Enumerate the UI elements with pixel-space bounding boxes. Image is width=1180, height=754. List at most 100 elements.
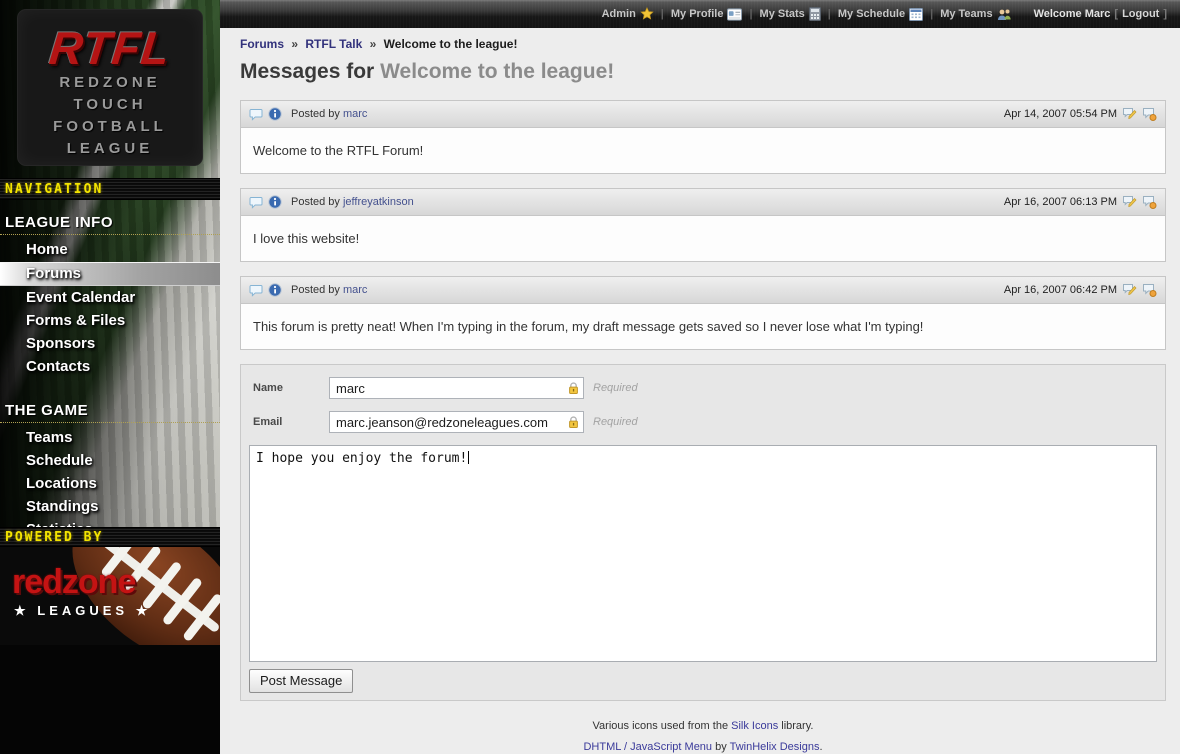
edit-comment-icon[interactable] xyxy=(1122,195,1137,209)
post-date: Apr 14, 2007 05:54 PM xyxy=(1004,108,1117,120)
topbar-my-teams[interactable]: My Teams xyxy=(940,8,1011,21)
email-input[interactable] xyxy=(329,411,584,433)
topbar-my-profile[interactable]: My Profile xyxy=(671,8,743,21)
footer-text: by xyxy=(712,741,730,753)
topbar-my-schedule-label: My Schedule xyxy=(838,8,905,20)
post-body: Welcome to the RTFL Forum! xyxy=(240,128,1166,174)
page-title-topic: Welcome to the league! xyxy=(380,60,614,83)
required-hint: Required xyxy=(593,382,638,394)
sidebar-item-locations[interactable]: Locations xyxy=(0,473,220,495)
silk-icons-link[interactable]: Silk Icons xyxy=(731,720,778,732)
sidebar-item-forms-files[interactable]: Forms & Files xyxy=(0,310,220,332)
post-form: Name Required Email Required I hope you … xyxy=(240,364,1166,701)
message-draft-text: I hope you enjoy the forum! xyxy=(256,451,467,466)
topbar-my-stats-label: My Stats xyxy=(760,8,805,20)
comment-icon xyxy=(249,284,263,297)
page: RTFL REDZONE TOUCH FOOTBALL LEAGUE NAVIG… xyxy=(0,0,1180,754)
posted-by-label: Posted by xyxy=(291,284,340,296)
page-title-prefix: Messages for xyxy=(240,60,374,83)
sidebar-item-sponsors[interactable]: Sponsors xyxy=(0,333,220,355)
leagues-wordmark: ★ LEAGUES ★ xyxy=(14,603,151,619)
logout-bracket: [ xyxy=(1114,8,1118,20)
delete-comment-icon[interactable] xyxy=(1142,195,1157,209)
twinhelix-link[interactable]: TwinHelix Designs xyxy=(730,741,820,753)
info-icon xyxy=(268,195,282,209)
edit-comment-icon[interactable] xyxy=(1122,107,1137,121)
rtfl-logo-line: REDZONE xyxy=(18,72,202,94)
email-input-wrap xyxy=(329,411,584,433)
posted-by: Posted by marc xyxy=(291,108,367,120)
posted-by-label: Posted by xyxy=(291,108,340,120)
section-header-the-game: THE GAME xyxy=(0,402,220,423)
topbar-admin[interactable]: Admin xyxy=(602,7,654,21)
name-row: Name Required xyxy=(249,377,1157,399)
sidebar-item-event-calendar[interactable]: Event Calendar xyxy=(0,287,220,309)
message-textarea[interactable]: I hope you enjoy the forum! xyxy=(249,445,1157,662)
topbar-my-profile-label: My Profile xyxy=(671,8,724,20)
lock-icon xyxy=(567,381,580,395)
post-header: Posted by jeffreyatkinson Apr 16, 2007 0… xyxy=(240,188,1166,216)
info-icon xyxy=(268,107,282,121)
topbar-my-teams-label: My Teams xyxy=(940,8,992,20)
post-body: I love this website! xyxy=(240,216,1166,262)
posted-by-label: Posted by xyxy=(291,196,340,208)
sidebar-nav: LEAGUE INFO Home Forums Event Calendar F… xyxy=(0,200,220,541)
forum-post: Posted by jeffreyatkinson Apr 16, 2007 0… xyxy=(240,188,1166,262)
posted-by: Posted by marc xyxy=(291,284,367,296)
topbar-separator: | xyxy=(749,8,752,20)
breadcrumb-link-forums[interactable]: Forums xyxy=(240,37,284,51)
text-caret xyxy=(468,451,469,464)
sidebar-item-home[interactable]: Home xyxy=(0,239,220,261)
edit-comment-icon[interactable] xyxy=(1122,283,1137,297)
post-body: This forum is pretty neat! When I'm typi… xyxy=(240,304,1166,350)
topbar-separator: | xyxy=(661,8,664,20)
name-input-wrap xyxy=(329,377,584,399)
author-link[interactable]: marc xyxy=(343,284,367,296)
forum-post: Posted by marc Apr 14, 2007 05:54 PM Wel… xyxy=(240,100,1166,174)
email-row: Email Required xyxy=(249,411,1157,433)
topbar-separator: | xyxy=(828,8,831,20)
dhtml-menu-link[interactable]: DHTML / JavaScript Menu xyxy=(583,741,712,753)
sidebar-item-forums[interactable]: Forums xyxy=(0,262,220,286)
comment-icon xyxy=(249,196,263,209)
section-header-league-info: LEAGUE INFO xyxy=(0,214,220,235)
main-content: Forums » RTFL Talk » Welcome to the leag… xyxy=(220,28,1180,754)
sidebar-item-contacts[interactable]: Contacts xyxy=(0,356,220,378)
breadcrumb-current: Welcome to the league! xyxy=(384,37,518,51)
star-icon xyxy=(640,7,654,21)
email-label: Email xyxy=(249,416,329,428)
post-date: Apr 16, 2007 06:42 PM xyxy=(1004,284,1117,296)
calculator-icon xyxy=(809,7,821,21)
welcome-text: Welcome Marc xyxy=(1034,8,1111,20)
forum-post: Posted by marc Apr 16, 2007 06:42 PM Thi… xyxy=(240,276,1166,350)
sidebar: RTFL REDZONE TOUCH FOOTBALL LEAGUE NAVIG… xyxy=(0,0,220,754)
delete-comment-icon[interactable] xyxy=(1142,107,1157,121)
post-header: Posted by marc Apr 14, 2007 05:54 PM xyxy=(240,100,1166,128)
group-icon xyxy=(997,8,1012,21)
posted-by: Posted by jeffreyatkinson xyxy=(291,196,414,208)
delete-comment-icon[interactable] xyxy=(1142,283,1157,297)
name-label: Name xyxy=(249,382,329,394)
sidebar-item-schedule[interactable]: Schedule xyxy=(0,450,220,472)
breadcrumb-separator: » xyxy=(291,37,298,51)
post-message-button[interactable]: Post Message xyxy=(249,669,353,693)
sidebar-item-teams[interactable]: Teams xyxy=(0,427,220,449)
required-hint: Required xyxy=(593,416,638,428)
post-header: Posted by marc Apr 16, 2007 06:42 PM xyxy=(240,276,1166,304)
author-link[interactable]: jeffreyatkinson xyxy=(343,196,414,208)
topbar-my-schedule[interactable]: My Schedule xyxy=(838,7,923,21)
logout-link[interactable]: Logout xyxy=(1122,8,1159,20)
rtfl-logo-line: FOOTBALL xyxy=(18,116,202,138)
author-link[interactable]: marc xyxy=(343,108,367,120)
rtfl-logo-line: TOUCH xyxy=(18,94,202,116)
info-icon xyxy=(268,283,282,297)
footer-credit-icons: Various icons used from the Silk Icons l… xyxy=(240,720,1166,732)
footer-text: library. xyxy=(778,720,813,732)
footer-credit-menu: DHTML / JavaScript Menu by TwinHelix Des… xyxy=(240,741,1166,753)
breadcrumb-link-rtfl-talk[interactable]: RTFL Talk xyxy=(305,37,362,51)
topbar-my-stats[interactable]: My Stats xyxy=(760,7,821,21)
rtfl-logo-acronym: RTFL xyxy=(15,24,204,72)
name-input[interactable] xyxy=(329,377,584,399)
sidebar-item-standings[interactable]: Standings xyxy=(0,496,220,518)
footer: Various icons used from the Silk Icons l… xyxy=(240,720,1166,753)
